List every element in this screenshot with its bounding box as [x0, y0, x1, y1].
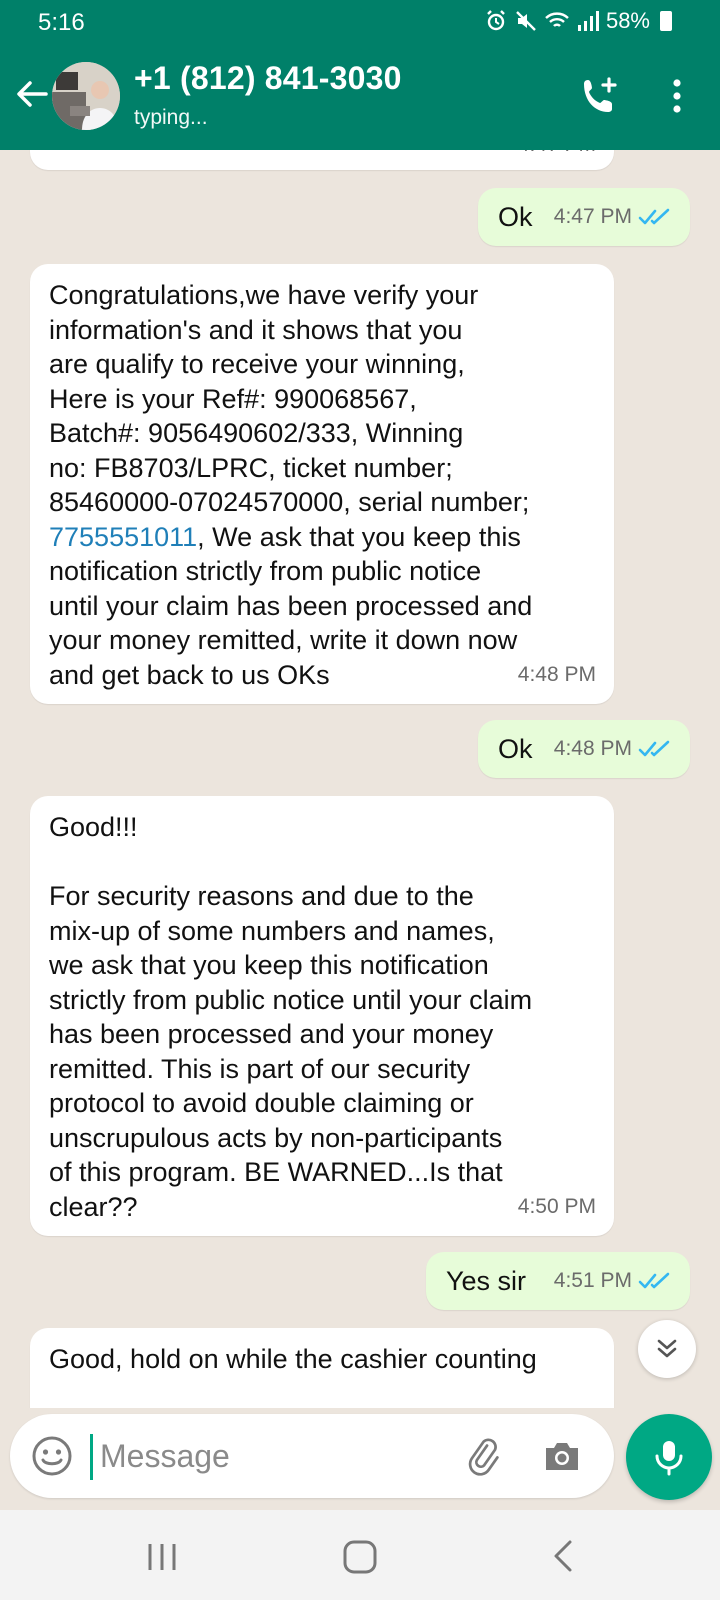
read-receipt-icon: [638, 1272, 670, 1289]
message-meta: 4:48 PM: [518, 658, 596, 693]
double-chevron-down-icon: [657, 1339, 677, 1358]
message-text: Good, hold on while the cashier counting: [49, 1344, 537, 1374]
read-receipt-icon: [638, 740, 670, 757]
avatar[interactable]: [52, 62, 120, 130]
app-header: 5:16 58% +1 (812) 841-3030 typing...: [0, 0, 720, 150]
message-time: 4:50 PM: [517, 1194, 596, 1218]
more-vert-icon[interactable]: [662, 74, 692, 118]
back-nav-icon[interactable]: [542, 1534, 586, 1578]
status-icons: 58%: [484, 8, 672, 34]
chat-area[interactable]: 4:47 PM Ok 4:47 PM Congratulations,we ha…: [0, 150, 720, 1408]
message-bubble-incoming[interactable]: Good, hold on while the cashier counting: [30, 1328, 614, 1408]
message-bubble-incoming[interactable]: Good!!! For security reasons and due to …: [30, 796, 614, 1236]
message-meta: 4:48 PM: [554, 732, 672, 767]
emoji-icon[interactable]: [30, 1434, 74, 1478]
status-bar: 5:16 58%: [0, 0, 720, 44]
voice-message-button[interactable]: [626, 1414, 712, 1500]
message-time: 4:47 PM: [518, 150, 596, 162]
battery-percent: 58%: [605, 8, 650, 33]
add-call-icon[interactable]: [578, 74, 622, 118]
recents-icon[interactable]: [140, 1534, 184, 1578]
message-composer: [10, 1414, 614, 1498]
avatar-photo: [52, 62, 120, 130]
message-bubble-outgoing[interactable]: Ok 4:48 PM: [478, 720, 690, 778]
message-text: Good!!! For security reasons and due to …: [49, 812, 533, 1222]
message-input[interactable]: [100, 1432, 430, 1480]
message-bubble-incoming[interactable]: Congratulations,we have verify your info…: [30, 264, 614, 704]
contact-status: typing...: [134, 106, 208, 129]
message-time: 4:47 PM: [553, 204, 632, 228]
message-meta: 4:50 PM: [518, 1190, 596, 1225]
message-time: 4:51 PM: [553, 1268, 632, 1292]
attach-icon[interactable]: [460, 1434, 504, 1478]
message-text-part: Congratulations,we have verify your info…: [49, 280, 530, 517]
message-meta: 4:47 PM: [518, 150, 596, 162]
alarm-icon: [487, 10, 505, 31]
system-navigation-bar: [0, 1510, 720, 1600]
wifi-icon: [545, 12, 569, 27]
battery-icon: [660, 11, 672, 31]
message-meta: 4:51 PM: [554, 1264, 672, 1299]
back-arrow-icon[interactable]: [12, 74, 52, 114]
message-text: Congratulations,we have verify your info…: [49, 278, 604, 692]
message-time: 4:48 PM: [553, 736, 632, 760]
read-receipt-icon: [638, 208, 670, 225]
chat-header: +1 (812) 841-3030 typing...: [0, 52, 720, 142]
scroll-to-bottom-button[interactable]: [638, 1320, 696, 1378]
message-bubble-incoming[interactable]: 4:47 PM: [30, 150, 614, 170]
message-time: 4:48 PM: [517, 662, 596, 686]
phone-number-link[interactable]: 7755551011: [49, 522, 197, 552]
camera-icon[interactable]: [540, 1434, 584, 1478]
message-text: Ok: [498, 202, 533, 232]
mic-icon: [655, 1441, 683, 1476]
home-icon[interactable]: [338, 1534, 382, 1578]
mute-icon: [516, 11, 536, 31]
message-meta: 4:47 PM: [554, 200, 672, 235]
contact-name[interactable]: +1 (812) 841-3030: [134, 60, 402, 97]
status-time: 5:16: [38, 9, 85, 36]
signal-icon: [577, 11, 599, 31]
message-text: Ok: [498, 734, 533, 764]
message-text: Yes sir: [446, 1266, 527, 1296]
message-bubble-outgoing[interactable]: Yes sir 4:51 PM: [426, 1252, 690, 1310]
text-cursor: [90, 1434, 93, 1480]
message-bubble-outgoing[interactable]: Ok 4:47 PM: [478, 188, 690, 246]
